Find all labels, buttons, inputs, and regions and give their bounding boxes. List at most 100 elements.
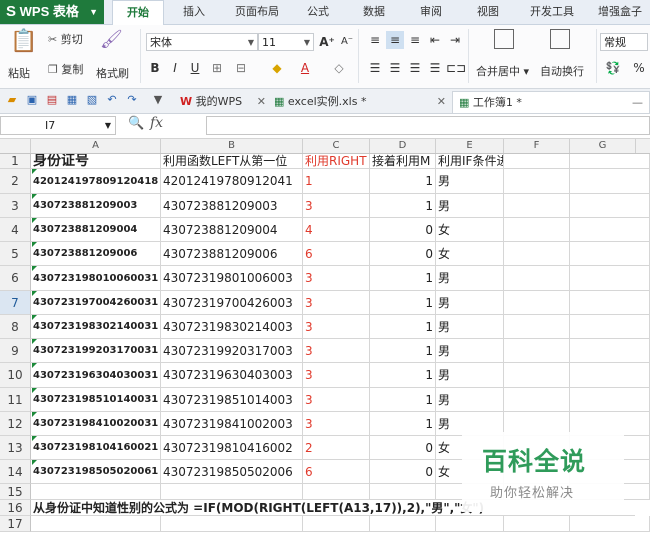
table-cell[interactable]: 接着利用M	[370, 154, 436, 169]
table-cell[interactable]: 女	[436, 218, 504, 242]
table-cell[interactable]: 43072319700426003	[161, 291, 303, 315]
row-header[interactable]: 6	[0, 266, 31, 291]
table-cell[interactable]: 3	[303, 291, 370, 315]
table-cell[interactable]: 430723199203170031	[31, 339, 161, 363]
table-cell[interactable]	[570, 516, 650, 532]
table-cell[interactable]: 男	[436, 194, 504, 218]
table-cell[interactable]: 43072319920317003	[161, 339, 303, 363]
table-cell[interactable]: 3	[303, 363, 370, 388]
fill-color-icon[interactable]: ◆	[268, 59, 286, 77]
undo-icon[interactable]: ↶	[104, 92, 120, 108]
table-cell[interactable]	[303, 484, 370, 500]
table-cell[interactable]: 3	[303, 315, 370, 339]
row-header[interactable]: 7	[0, 291, 31, 315]
underline-icon[interactable]: U	[186, 59, 204, 77]
table-cell[interactable]: 男	[436, 266, 504, 291]
table-cell[interactable]: 43072319850502006	[161, 460, 303, 484]
table-cell[interactable]: 1	[370, 388, 436, 412]
distribute-icon[interactable]: ⊏⊐	[446, 59, 466, 77]
cell-style-icon[interactable]: ⊟	[232, 59, 250, 77]
tab-my-wps[interactable]: W 我的WPS ✕	[176, 91, 272, 112]
table-cell[interactable]	[504, 339, 570, 363]
table-cell[interactable]	[161, 516, 303, 532]
table-cell[interactable]: 43072319830214003	[161, 315, 303, 339]
font-name-select[interactable]: 宋体 ▼	[146, 33, 258, 51]
merge-center-icon[interactable]	[494, 29, 514, 49]
bold-icon[interactable]: B	[146, 59, 164, 77]
table-cell[interactable]: 1	[370, 315, 436, 339]
menu-tab-review[interactable]: 审阅	[411, 0, 451, 24]
row-header[interactable]: 14	[0, 460, 31, 484]
justify-icon[interactable]: ☰	[426, 59, 444, 77]
select-all-corner[interactable]	[0, 139, 31, 153]
table-cell[interactable]: 430723198410020031	[31, 412, 161, 436]
align-bottom-icon[interactable]: ≡	[406, 31, 424, 49]
table-cell[interactable]	[504, 266, 570, 291]
table-cell[interactable]: 42012419780912041	[161, 169, 303, 194]
menu-tab-view[interactable]: 视图	[468, 0, 508, 24]
table-cell[interactable]: 利用RIGHT	[303, 154, 370, 169]
wrap-text-button[interactable]: 自动换行	[540, 63, 584, 79]
table-cell[interactable]: 43072319810416002	[161, 436, 303, 460]
indent-decrease-icon[interactable]: ⇤	[426, 31, 444, 49]
table-cell[interactable]: 430723881209006	[31, 242, 161, 266]
column-header[interactable]: G	[570, 139, 636, 153]
font-size-select[interactable]: 11 ▼	[258, 33, 314, 51]
table-cell[interactable]: 0	[370, 242, 436, 266]
table-cell[interactable]: 430723881209004	[31, 218, 161, 242]
column-header[interactable]: F	[504, 139, 570, 153]
column-header[interactable]: E	[436, 139, 504, 153]
table-cell[interactable]: 1	[370, 169, 436, 194]
align-center-icon[interactable]: ☰	[386, 59, 404, 77]
menu-tab-data[interactable]: 数据	[354, 0, 394, 24]
column-header[interactable]: B	[161, 139, 303, 153]
table-cell[interactable]	[504, 154, 570, 169]
table-cell[interactable]	[504, 169, 570, 194]
table-cell[interactable]: 男	[436, 363, 504, 388]
table-cell[interactable]	[570, 266, 650, 291]
table-cell[interactable]	[504, 218, 570, 242]
table-cell[interactable]: 430723198302140031	[31, 315, 161, 339]
table-cell[interactable]	[31, 516, 161, 532]
table-cell[interactable]: 0	[370, 436, 436, 460]
table-cell[interactable]: 1	[370, 412, 436, 436]
number-format-select[interactable]: 常规	[600, 33, 648, 51]
paste-button[interactable]: 粘贴	[8, 65, 30, 81]
table-cell[interactable]: 3	[303, 412, 370, 436]
table-cell[interactable]	[504, 194, 570, 218]
app-menu-button[interactable]: S WPS 表格 ▼	[0, 0, 104, 24]
chevron-down-icon[interactable]: ▼	[150, 92, 166, 108]
table-cell[interactable]	[370, 516, 436, 532]
row-header[interactable]: 13	[0, 436, 31, 460]
table-cell[interactable]: 43072319630403003	[161, 363, 303, 388]
table-cell[interactable]: 0	[370, 218, 436, 242]
menu-tab-home[interactable]: 开始	[112, 0, 164, 26]
table-cell[interactable]: 2	[303, 436, 370, 460]
table-cell[interactable]: 43072319841002003	[161, 412, 303, 436]
currency-icon[interactable]: 💱	[604, 59, 622, 77]
table-cell[interactable]: 男	[436, 291, 504, 315]
table-cell[interactable]	[504, 291, 570, 315]
close-icon[interactable]: —	[632, 92, 643, 113]
table-cell[interactable]: 43072319851014003	[161, 388, 303, 412]
table-cell[interactable]: 430723198010060031	[31, 266, 161, 291]
table-cell[interactable]: 6	[303, 242, 370, 266]
border-icon[interactable]: ⊞	[208, 59, 226, 77]
table-cell[interactable]: 430723198510140031	[31, 388, 161, 412]
name-box[interactable]: I7 ▼	[0, 116, 116, 135]
decrease-font-icon[interactable]: A⁻	[338, 33, 356, 51]
row-header[interactable]: 8	[0, 315, 31, 339]
menu-tab-enhance-box[interactable]: 增强盒子	[590, 0, 650, 24]
table-cell[interactable]: 420124197809120418	[31, 169, 161, 194]
table-cell[interactable]: 身份证号	[31, 154, 161, 169]
formula-input[interactable]	[206, 116, 650, 135]
table-cell[interactable]: 4	[303, 218, 370, 242]
table-cell[interactable]: 1	[370, 291, 436, 315]
close-icon[interactable]: ✕	[257, 91, 266, 112]
table-cell[interactable]: 女	[436, 242, 504, 266]
table-cell[interactable]	[570, 194, 650, 218]
row-header[interactable]: 17	[0, 516, 31, 532]
table-cell[interactable]	[370, 484, 436, 500]
table-cell[interactable]: 3	[303, 339, 370, 363]
table-cell[interactable]: 430723881209004	[161, 218, 303, 242]
